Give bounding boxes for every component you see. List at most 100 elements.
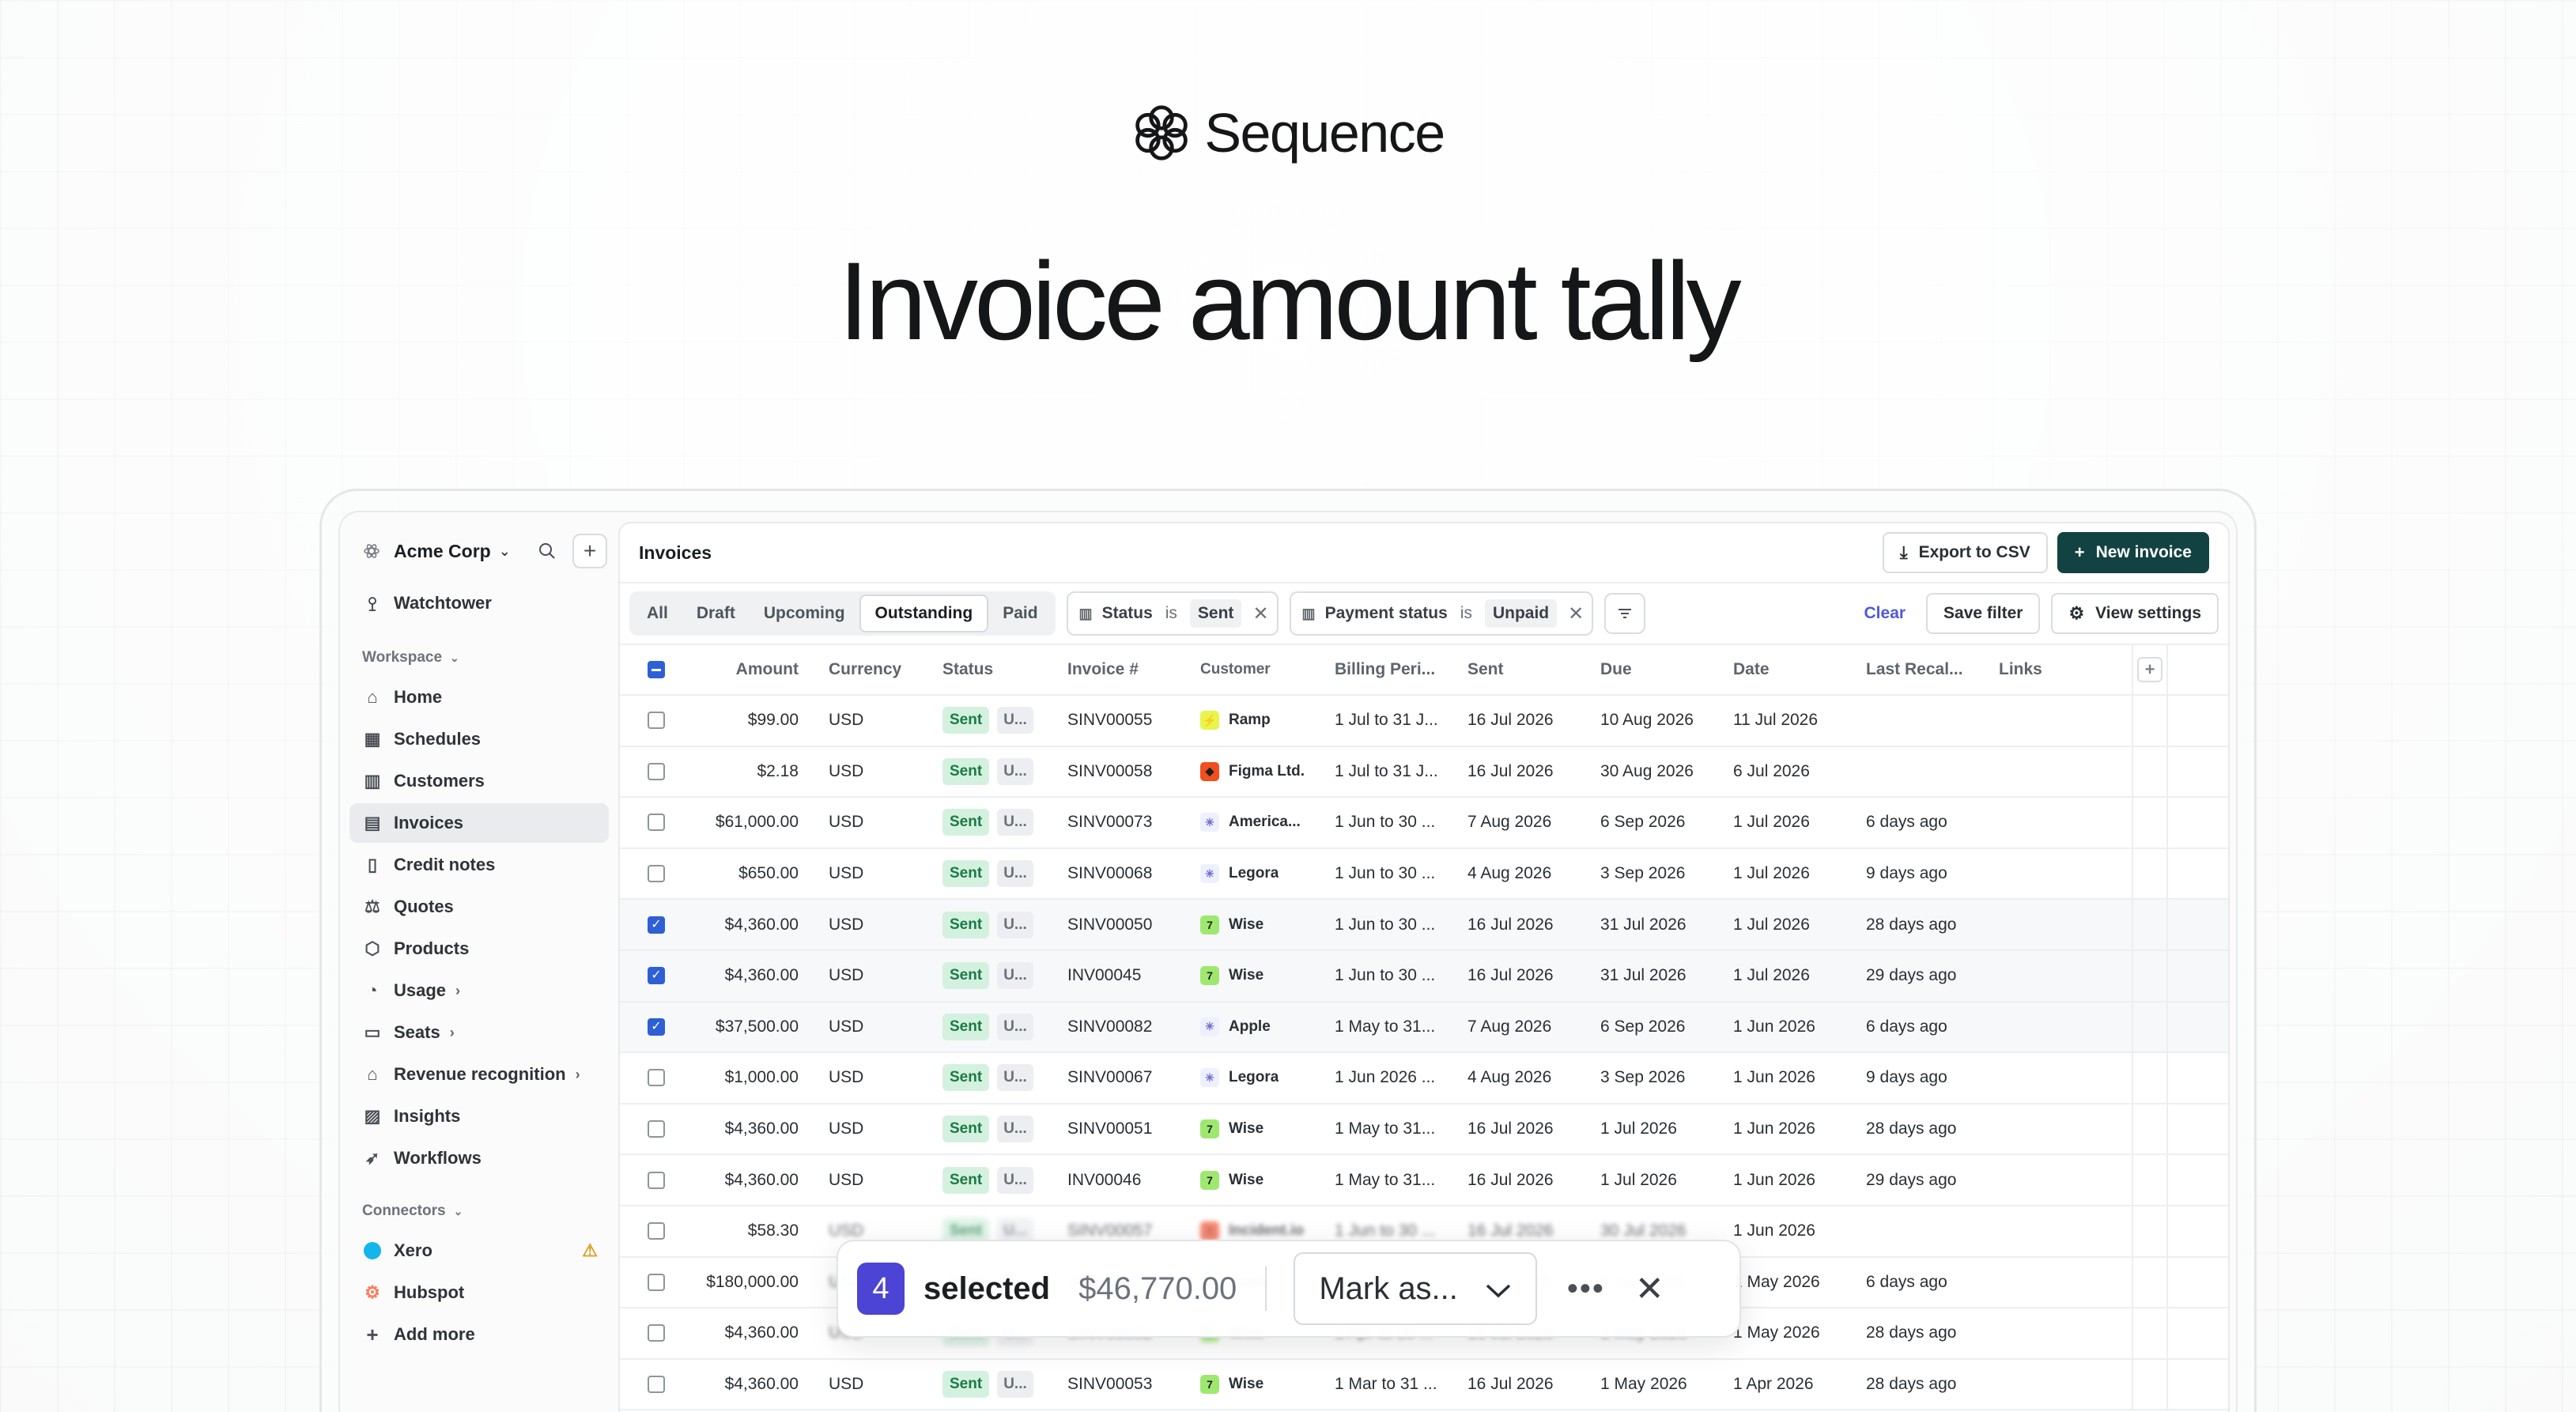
table-row[interactable]: ✓ $4,360.00 USD Sent U... SINV00050 7 Wise 1 Jun… [620, 900, 2228, 951]
customer-name: Incident.io [1229, 1222, 1304, 1240]
sidebar-item-customers[interactable]: ▥ Customers [349, 761, 609, 801]
row-checkbox[interactable] [648, 814, 665, 832]
table-row[interactable]: $2.18 USD Sent U... SINV00058 ◆ Figma Ltd. 1 Ju… [620, 746, 2228, 798]
select-all-checkbox[interactable] [648, 661, 665, 678]
save-filter-button[interactable]: Save filter [1926, 593, 2041, 634]
row-checkbox[interactable]: ✓ [648, 916, 665, 934]
chevron-down-icon[interactable]: ⌄ [499, 543, 511, 560]
sidebar-item-seats[interactable]: ▭ Seats › [349, 1013, 609, 1052]
table-row[interactable]: $1,000.00 USD Sent U... SINV00067 ✳ Legora 1 Ju… [620, 1053, 2228, 1104]
tab-draft[interactable]: Draft [682, 595, 750, 632]
search-icon[interactable] [536, 540, 558, 562]
tab-outstanding[interactable]: Outstanding [859, 595, 989, 632]
sidebar-item-workflows[interactable]: ➶ Workflows [349, 1138, 609, 1178]
row-checkbox[interactable] [648, 712, 665, 730]
row-checkbox[interactable] [648, 1376, 665, 1394]
export-csv-button[interactable]: ⤓ Export to CSV [1882, 532, 2048, 573]
table-row[interactable]: $4,360.00 USD Sent U... SINV00051 7 Wise 1 May … [620, 1104, 2228, 1156]
row-checkbox-cell[interactable] [620, 1171, 693, 1189]
add-column-button[interactable]: + [2137, 657, 2162, 682]
sidebar-item-quotes[interactable]: ⚖ Quotes [349, 887, 609, 927]
section-workspace[interactable]: Workspace ⌄ [349, 640, 609, 675]
row-checkbox[interactable]: ✓ [648, 967, 665, 985]
filter-chip[interactable]: ▥ Payment status is Unpaid ✕ [1289, 591, 1594, 636]
column-header[interactable]: Billing Peri... [1335, 660, 1467, 679]
add-button[interactable]: + [572, 534, 607, 568]
header-checkbox-cell[interactable] [620, 661, 693, 678]
row-checkbox[interactable] [648, 1171, 665, 1189]
view-settings-button[interactable]: ⚙ View settings [2051, 593, 2219, 634]
row-checkbox[interactable]: ✓ [648, 1017, 665, 1036]
sidebar-item-credit-notes[interactable]: ▯ Credit notes [349, 845, 609, 885]
mark-as-dropdown[interactable]: Mark as... [1294, 1252, 1537, 1325]
column-header[interactable]: Sent [1467, 660, 1600, 679]
row-checkbox-cell[interactable] [620, 1222, 693, 1240]
filter-value[interactable]: Sent [1189, 599, 1242, 628]
sidebar-item-insights[interactable]: ▨ Insights [349, 1097, 609, 1136]
column-header[interactable]: Amount [693, 660, 799, 679]
row-checkbox[interactable] [648, 1069, 665, 1087]
table-row[interactable]: ✓ $4,360.00 USD Sent U... INV00045 7 Wise 1 Jun … [620, 950, 2228, 1002]
amount-cell: $58.30 [747, 1221, 799, 1240]
close-icon[interactable]: ✕ [1635, 1269, 1664, 1309]
column-header[interactable]: Status [933, 660, 1067, 679]
row-checkbox-cell[interactable] [620, 1324, 693, 1342]
table-row[interactable]: $4,360.00 USD Sent U... SINV00053 7 Wise 1 Mar … [620, 1359, 2228, 1411]
new-invoice-button[interactable]: + New invoice [2057, 532, 2209, 573]
row-checkbox[interactable] [648, 1222, 665, 1240]
tab-all[interactable]: All [633, 595, 682, 632]
clear-filters-link[interactable]: Clear [1864, 604, 1906, 623]
sidebar-item-watchtower[interactable]: Watchtower [349, 583, 609, 623]
column-header[interactable]: Links [1999, 660, 2132, 679]
table-row[interactable]: $650.00 USD Sent U... SINV00068 ✳ Legora 1 Jun … [620, 848, 2228, 900]
row-checkbox-cell[interactable]: ✓ [620, 967, 693, 985]
connector-add-more[interactable]: + Add more [349, 1315, 609, 1354]
column-header[interactable]: Invoice # [1067, 660, 1200, 679]
column-header[interactable]: Customer [1200, 661, 1335, 678]
row-checkbox-cell[interactable]: ✓ [620, 1017, 693, 1036]
row-checkbox[interactable] [648, 762, 665, 780]
sidebar-item-home[interactable]: ⌂ Home [349, 678, 609, 717]
connector-hubspot[interactable]: ⚙ Hubspot [349, 1273, 609, 1312]
column-header[interactable]: Last Recal... [1866, 660, 1999, 679]
row-checkbox[interactable] [648, 1273, 665, 1291]
section-connectors[interactable]: Connectors ⌄ [349, 1194, 609, 1229]
org-name[interactable]: Acme Corp [394, 541, 491, 562]
sidebar-item-schedules[interactable]: ▦ Schedules [349, 719, 609, 759]
sidebar-item-invoices[interactable]: ▤ Invoices [349, 803, 609, 843]
column-header[interactable]: Date [1733, 660, 1866, 679]
table-row[interactable]: $99.00 USD Sent U... SINV00055 ⚡ Ramp 1 Jul to … [620, 696, 2228, 747]
customer-logo-icon: ✳ [1200, 1068, 1219, 1088]
row-checkbox-cell[interactable] [620, 1069, 693, 1087]
table-row[interactable]: $4,360.00 USD Sent U... INV00046 7 Wise 1 May t… [620, 1155, 2228, 1206]
close-icon[interactable]: ✕ [1568, 602, 1584, 625]
column-header[interactable]: Currency [799, 660, 933, 679]
row-checkbox-cell[interactable]: ✓ [620, 916, 693, 934]
table-row[interactable]: ✓ $37,500.00 USD Sent U... SINV00082 ✳ Apple 1 M… [620, 1002, 2228, 1054]
tab-upcoming[interactable]: Upcoming [750, 595, 859, 632]
connector-xero[interactable]: Xero ⚠ [349, 1231, 609, 1270]
row-checkbox-cell[interactable] [620, 1376, 693, 1394]
tab-paid[interactable]: Paid [988, 595, 1052, 632]
more-options-icon[interactable]: ••• [1567, 1271, 1605, 1307]
sidebar-item-revenue-recognition[interactable]: ⌂ Revenue recognition › [349, 1055, 609, 1094]
row-checkbox[interactable] [648, 1120, 665, 1138]
plus-icon: + [2074, 542, 2085, 562]
sidebar-item-usage[interactable]: ◔ Usage › [349, 971, 609, 1010]
filter-chip[interactable]: ▥ Status is Sent ✕ [1066, 591, 1279, 636]
sidebar-item-label: Xero [394, 1240, 432, 1260]
row-checkbox[interactable] [648, 865, 665, 883]
row-checkbox-cell[interactable] [620, 762, 693, 780]
row-checkbox-cell[interactable] [620, 865, 693, 883]
row-checkbox[interactable] [648, 1324, 665, 1342]
sidebar-item-products[interactable]: ⬡ Products [349, 929, 609, 968]
filter-value[interactable]: Unpaid [1484, 599, 1558, 628]
row-checkbox-cell[interactable] [620, 712, 693, 730]
column-header[interactable]: Due [1600, 660, 1733, 679]
filter-icon[interactable] [1604, 593, 1646, 634]
row-checkbox-cell[interactable] [620, 1120, 693, 1138]
table-row[interactable]: $61,000.00 USD Sent U... SINV00073 ✳ America..… [620, 798, 2228, 849]
row-checkbox-cell[interactable] [620, 1273, 693, 1291]
close-icon[interactable]: ✕ [1252, 602, 1268, 625]
row-checkbox-cell[interactable] [620, 814, 693, 832]
